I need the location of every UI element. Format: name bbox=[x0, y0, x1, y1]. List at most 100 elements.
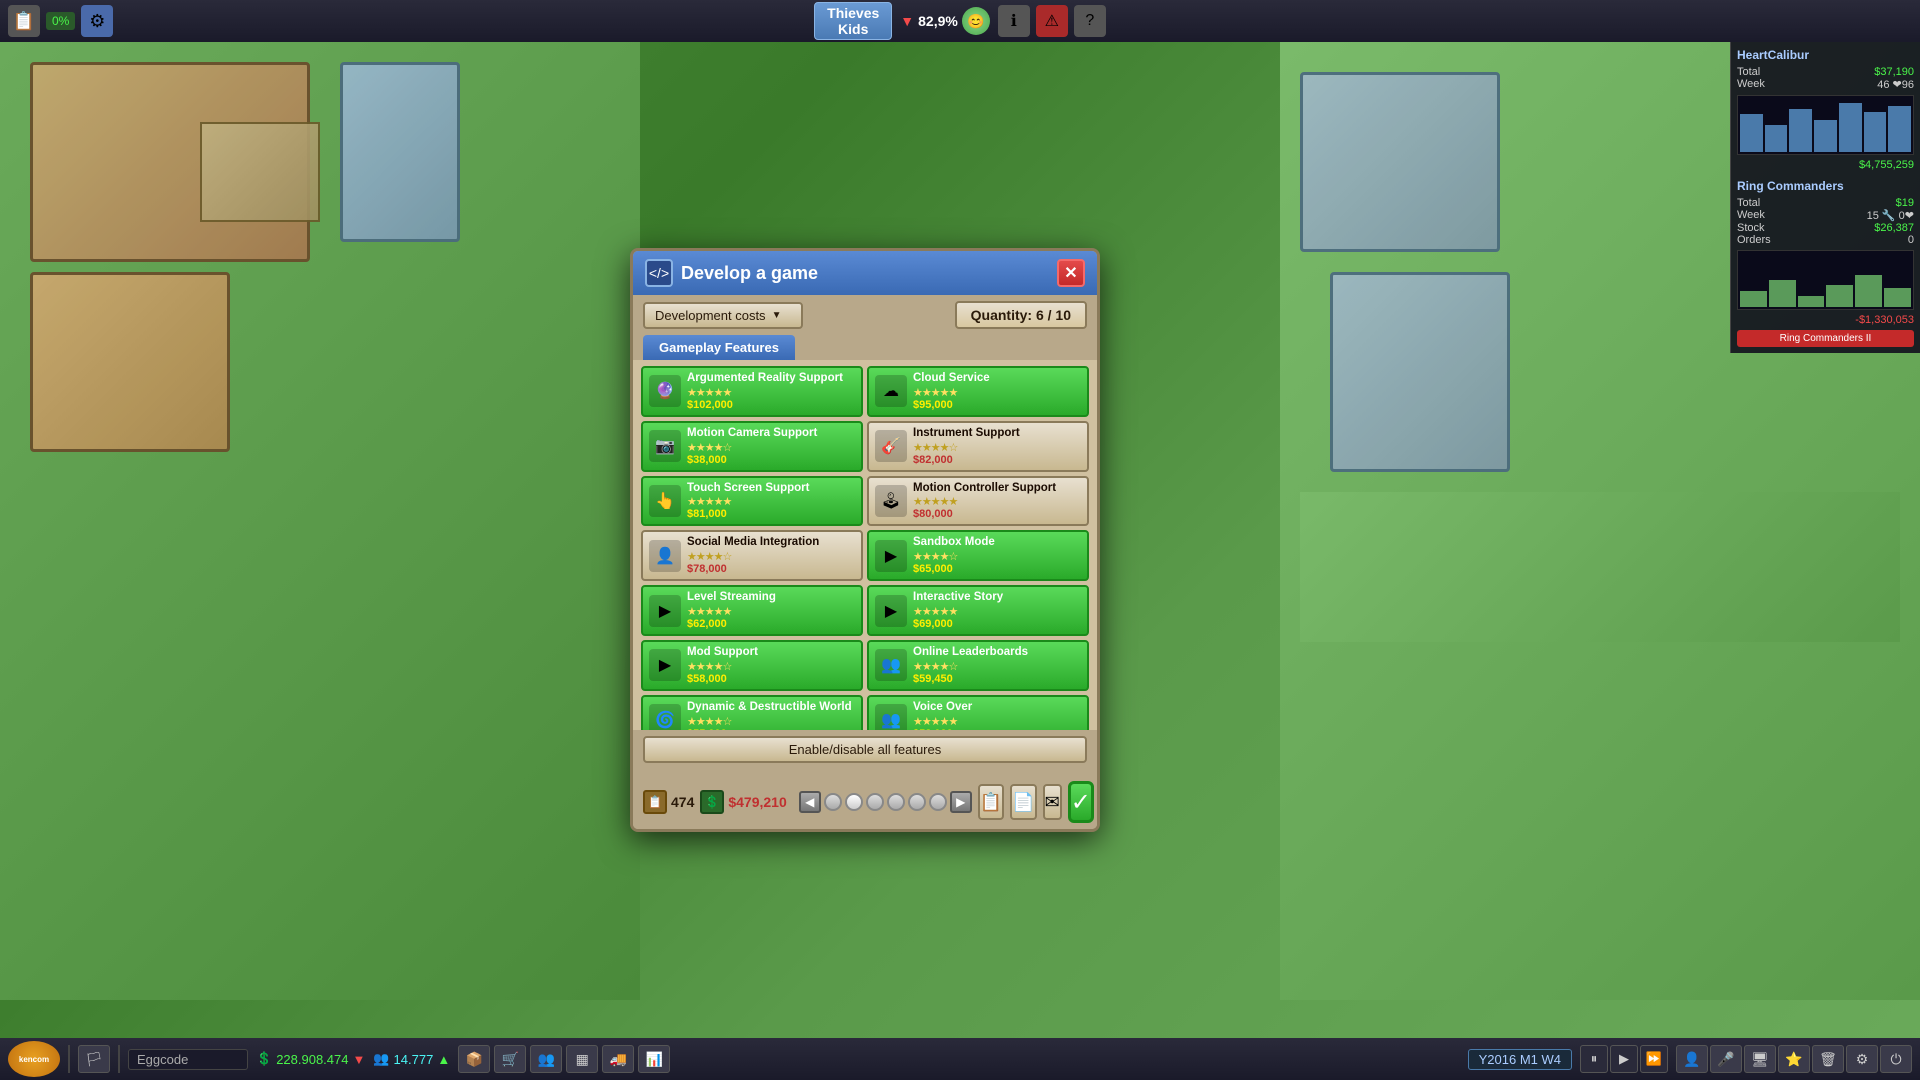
feature-name: Social Media Integration bbox=[687, 536, 855, 550]
feature-name: Online Leaderboards bbox=[913, 646, 1081, 660]
mail-button[interactable]: ✉ bbox=[1043, 784, 1062, 820]
feature-interactive-story[interactable]: ▶ Interactive Story ★★★★★ $69,000 bbox=[867, 585, 1089, 636]
feature-icon: 🎸 bbox=[875, 430, 907, 462]
feature-icon: 🔮 bbox=[649, 375, 681, 407]
feature-cost: $55,000 bbox=[687, 728, 855, 730]
feature-name: Dynamic & Destructible World bbox=[687, 701, 855, 715]
clipboard-button[interactable]: 📋 bbox=[978, 784, 1004, 820]
feature-name: Motion Camera Support bbox=[687, 427, 855, 441]
feature-info: Sandbox Mode ★★★★☆ $65,000 bbox=[913, 536, 1081, 575]
feature-icon: 🕹 bbox=[875, 485, 907, 517]
document-button[interactable]: 📄 bbox=[1010, 784, 1036, 820]
nav-dot-3[interactable] bbox=[866, 793, 884, 811]
feature-cost: $81,000 bbox=[687, 508, 855, 520]
feature-info: Voice Over ★★★★★ $52,000 bbox=[913, 701, 1081, 730]
feature-icon: ▶ bbox=[649, 595, 681, 627]
feature-cloud-service[interactable]: ☁ Cloud Service ★★★★★ $95,000 bbox=[867, 366, 1089, 417]
dialog-title: Develop a game bbox=[681, 263, 1057, 284]
settings-icon[interactable]: ⚙ bbox=[1846, 1045, 1878, 1073]
dialog-footer: 📋 474 💲 $479,210 ◀ ▶ 📋 📄 ✉ ✓ bbox=[633, 775, 1097, 829]
feature-stars: ★★★★☆ bbox=[913, 441, 1081, 454]
feature-instrument[interactable]: 🎸 Instrument Support ★★★★☆ $82,000 bbox=[867, 421, 1089, 472]
money-icon: 💲 bbox=[700, 790, 724, 814]
feature-stars: ★★★★☆ bbox=[687, 715, 855, 728]
feature-name: Cloud Service bbox=[913, 372, 1081, 386]
feature-motion-camera[interactable]: 📷 Motion Camera Support ★★★★☆ $38,000 bbox=[641, 421, 863, 472]
feature-online-leaderboards[interactable]: 👥 Online Leaderboards ★★★★☆ $59,450 bbox=[867, 640, 1089, 691]
nav-prev-button[interactable]: ◀ bbox=[799, 791, 821, 813]
feature-motion-controller[interactable]: 🕹 Motion Controller Support ★★★★★ $80,00… bbox=[867, 476, 1089, 527]
confirm-button[interactable]: ✓ bbox=[1068, 781, 1094, 823]
feature-info: Instrument Support ★★★★☆ $82,000 bbox=[913, 427, 1081, 466]
feature-info: Social Media Integration ★★★★☆ $78,000 bbox=[687, 536, 855, 575]
panel1-week: Week 46 ❤96 bbox=[1737, 78, 1914, 91]
features-grid: 🔮 Argumented Reality Support ★★★★★ $102,… bbox=[641, 366, 1089, 730]
dialog-title-bar: </> Develop a game ✕ bbox=[633, 251, 1097, 295]
feature-icon: 👆 bbox=[649, 485, 681, 517]
gameplay-features-tab[interactable]: Gameplay Features bbox=[643, 335, 795, 360]
feature-info: Online Leaderboards ★★★★☆ $59,450 bbox=[913, 646, 1081, 685]
feature-info: Motion Controller Support ★★★★★ $80,000 bbox=[913, 482, 1081, 521]
nav-dot-4[interactable] bbox=[887, 793, 905, 811]
dialog-overlay: </> Develop a game ✕ Development costs ▼… bbox=[0, 0, 1730, 1080]
ring-commanders-badge: Ring Commanders II bbox=[1737, 330, 1914, 347]
feature-icon: ▶ bbox=[875, 595, 907, 627]
feature-name: Mod Support bbox=[687, 646, 855, 660]
feature-touch-screen[interactable]: 👆 Touch Screen Support ★★★★★ $81,000 bbox=[641, 476, 863, 527]
star-icon[interactable]: ⭐ bbox=[1778, 1045, 1810, 1073]
nav-dot-1[interactable] bbox=[824, 793, 842, 811]
tab-bar: Gameplay Features bbox=[633, 335, 1097, 360]
panel2-orders: Orders 0 bbox=[1737, 234, 1914, 246]
feature-info: Mod Support ★★★★☆ $58,000 bbox=[687, 646, 855, 685]
feature-level-streaming[interactable]: ▶ Level Streaming ★★★★★ $62,000 bbox=[641, 585, 863, 636]
feature-cost: $59,450 bbox=[913, 673, 1081, 685]
feature-cost: $82,000 bbox=[913, 454, 1081, 466]
feature-destructible-world[interactable]: 🌀 Dynamic & Destructible World ★★★★☆ $55… bbox=[641, 695, 863, 730]
feature-info: Argumented Reality Support ★★★★★ $102,00… bbox=[687, 372, 855, 411]
quantity-display: Quantity: 6 / 10 bbox=[955, 301, 1087, 329]
features-area: 🔮 Argumented Reality Support ★★★★★ $102,… bbox=[633, 360, 1097, 730]
feature-name: Voice Over bbox=[913, 701, 1081, 715]
feature-sandbox[interactable]: ▶ Sandbox Mode ★★★★☆ $65,000 bbox=[867, 530, 1089, 581]
feature-name: Argumented Reality Support bbox=[687, 372, 855, 386]
feature-stars: ★★★★☆ bbox=[687, 660, 855, 673]
feature-voice-over[interactable]: 👥 Voice Over ★★★★★ $52,000 bbox=[867, 695, 1089, 730]
feature-cost: $102,000 bbox=[687, 399, 855, 411]
display-icon[interactable]: 🖥 bbox=[1744, 1045, 1776, 1073]
feature-stars: ★★★★★ bbox=[913, 495, 1081, 508]
feature-stars: ★★★★☆ bbox=[687, 550, 855, 563]
feature-icon: 🌀 bbox=[649, 704, 681, 730]
points-value: 474 bbox=[671, 794, 694, 810]
panel2-title: Ring Commanders bbox=[1737, 179, 1914, 193]
feature-argumented-reality[interactable]: 🔮 Argumented Reality Support ★★★★★ $102,… bbox=[641, 366, 863, 417]
feature-icon: 👥 bbox=[875, 649, 907, 681]
feature-stars: ★★★★☆ bbox=[913, 660, 1081, 673]
feature-stars: ★★★★★ bbox=[687, 495, 855, 508]
feature-name: Level Streaming bbox=[687, 591, 855, 605]
feature-cost: $80,000 bbox=[913, 508, 1081, 520]
feature-icon: ▶ bbox=[649, 649, 681, 681]
feature-icon: ☁ bbox=[875, 375, 907, 407]
feature-social-media[interactable]: 👤 Social Media Integration ★★★★☆ $78,000 bbox=[641, 530, 863, 581]
panel2: Ring Commanders Total $19 Week 15 🔧 0❤ S… bbox=[1737, 179, 1914, 326]
money-resource: 💲 $479,210 bbox=[700, 790, 786, 814]
feature-mod-support[interactable]: ▶ Mod Support ★★★★☆ $58,000 bbox=[641, 640, 863, 691]
trash-icon[interactable]: 🗑 bbox=[1812, 1045, 1844, 1073]
panel1-chart bbox=[1737, 95, 1914, 155]
dialog-title-icon: </> bbox=[645, 259, 673, 287]
close-button[interactable]: ✕ bbox=[1057, 259, 1085, 287]
panel2-week: Week 15 🔧 0❤ bbox=[1737, 209, 1914, 222]
feature-info: Dynamic & Destructible World ★★★★☆ $55,0… bbox=[687, 701, 855, 730]
development-costs-dropdown[interactable]: Development costs ▼ bbox=[643, 302, 803, 329]
power-icon[interactable]: ⏻ bbox=[1880, 1045, 1912, 1073]
feature-info: Level Streaming ★★★★★ $62,000 bbox=[687, 591, 855, 630]
feature-icon: 👤 bbox=[649, 540, 681, 572]
nav-dot-2[interactable] bbox=[845, 793, 863, 811]
nav-dot-6[interactable] bbox=[929, 793, 947, 811]
nav-next-button[interactable]: ▶ bbox=[950, 791, 972, 813]
nav-dot-5[interactable] bbox=[908, 793, 926, 811]
enable-all-button[interactable]: Enable/disable all features bbox=[643, 736, 1087, 763]
panel1-title: HeartCalibur bbox=[1737, 48, 1914, 62]
feature-stars: ★★★★★ bbox=[687, 605, 855, 618]
nav-dots: ◀ ▶ bbox=[799, 791, 972, 813]
